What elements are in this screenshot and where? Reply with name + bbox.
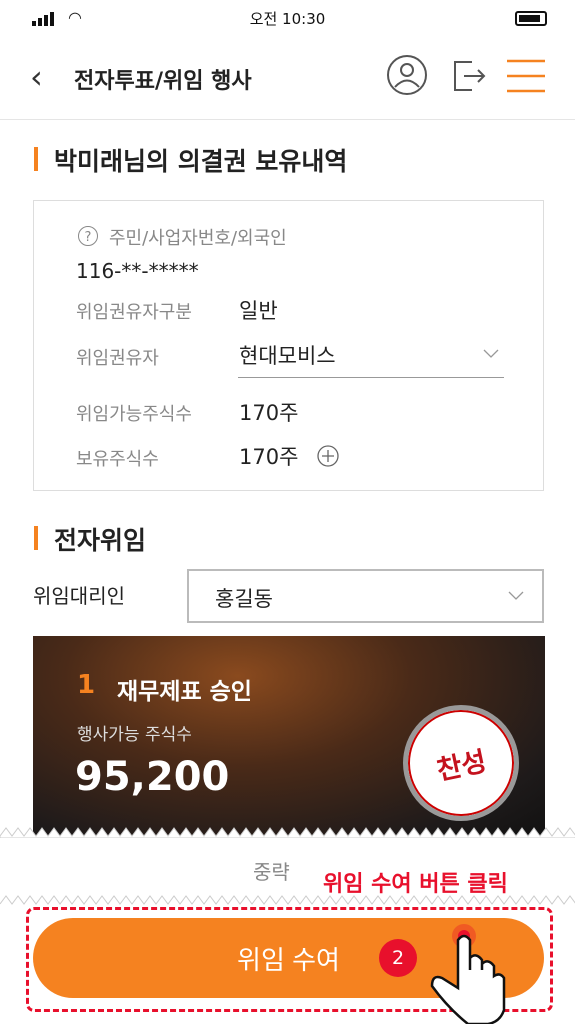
torn-edge [0,827,575,838]
back-button[interactable]: ‹ [30,58,43,96]
proxy-title: 전자위임 [34,521,146,557]
app-header: ‹ 전자투표/위임 행사 [0,36,575,120]
agent-select[interactable]: 홍길동 [187,569,544,623]
row-value: 170주 [239,445,299,469]
help-icon[interactable]: ? [77,225,99,247]
status-time: 오전 10:30 [249,10,326,28]
chevron-down-icon [508,591,524,600]
holdings-panel: ? 주민/사업자번호/외국인 116-**-***** 위임권유자구분 일반 위… [33,200,544,491]
row-label: 위임권유자 [76,348,159,369]
vote-label: 찬성 [434,745,490,787]
battery-icon [515,11,547,26]
agent-label: 위임대리인 [33,584,125,608]
row-value: 170주 [239,401,299,425]
svg-text:?: ? [85,230,92,245]
shares-value: 95,200 [75,754,230,800]
page-title: 전자투표/위임 행사 [74,69,252,94]
row-value: 일반 [239,299,278,323]
row-label: 위임권유자구분 [76,302,192,323]
row-label: 위임가능주식수 [76,404,192,425]
row-label: 보유주식수 [76,449,159,470]
chevron-down-icon[interactable] [483,349,499,359]
plus-circle-icon[interactable] [317,445,339,467]
agent-value: 홍길동 [215,587,273,611]
logout-icon[interactable] [452,58,488,94]
pointer-hand-icon [430,924,506,1024]
agenda-number: 1 [77,670,96,700]
holdings-title: 박미래님의 의결권 보유내역 [34,142,347,178]
agenda-title: 재무제표 승인 [117,679,252,705]
id-value: 116-**-***** [76,259,199,283]
shares-label: 행사가능 주식수 [77,725,192,745]
step-badge: 2 [379,939,417,977]
menu-icon[interactable] [507,58,545,94]
annotation-hint: 위임 수여 버튼 클릭 [323,872,508,897]
omitted-label: 중략 [253,860,290,884]
solicitor-select[interactable]: 현대모비스 [239,340,336,370]
user-icon[interactable] [386,54,428,96]
id-label: 주민/사업자번호/외국인 [109,228,287,249]
status-bar: ◠ 오전 10:30 [0,0,575,36]
select-underline [238,377,504,378]
